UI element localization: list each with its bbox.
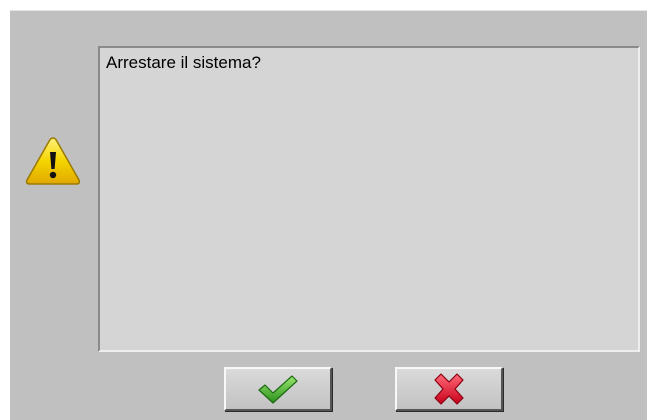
cross-icon [431, 372, 467, 406]
message-area: Arrestare il sistema? [98, 46, 640, 352]
check-icon [256, 373, 300, 405]
confirm-button[interactable] [224, 367, 332, 411]
message-text: Arrestare il sistema? [106, 53, 261, 72]
warning-icon [24, 135, 82, 187]
confirm-dialog: Arrestare il sistema? [10, 10, 647, 420]
cancel-button[interactable] [395, 367, 503, 411]
